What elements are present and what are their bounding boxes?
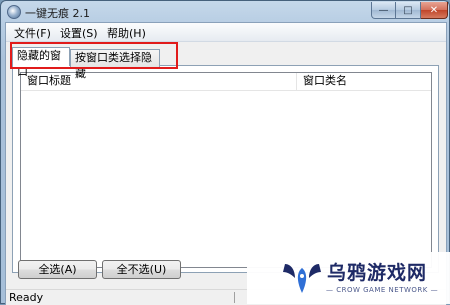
menu-file[interactable]: 文件(F) [12,25,53,41]
select-all-button[interactable]: 全选(A) [18,260,97,279]
maximize-button[interactable]: □ [396,2,421,19]
menu-bar: 文件(F) 设置(S) 帮助(H) [6,23,446,42]
watermark-name: 乌鸦游戏网 [327,262,428,284]
title-bar[interactable]: 一键无痕 2.1 — □ ✕ [1,1,449,23]
watermark: 乌鸦游戏网 — CROW GAME NETWORK — [247,252,450,304]
minimize-icon: — [378,4,389,16]
minimize-button[interactable]: — [371,2,396,19]
column-header-title[interactable]: 窗口标题 [21,73,297,90]
tab-panel: 窗口标题 窗口类名 [12,65,439,273]
window-list[interactable]: 窗口标题 窗口类名 [20,72,432,268]
select-none-button[interactable]: 全不选(U) [102,260,181,279]
close-button[interactable]: ✕ [421,2,448,19]
app-icon [7,5,21,19]
status-text: Ready [9,291,44,304]
close-icon: ✕ [429,4,439,16]
maximize-icon: □ [403,4,413,16]
menu-settings[interactable]: 设置(S) [58,25,100,41]
status-separator [234,292,235,303]
crow-logo-icon [283,264,321,293]
window-title: 一键无痕 2.1 [25,7,90,20]
menu-help[interactable]: 帮助(H) [105,25,148,41]
tabs-highlight-box [10,42,178,69]
watermark-subtitle: — CROW GAME NETWORK — [326,286,439,294]
column-header-class[interactable]: 窗口类名 [297,73,431,90]
